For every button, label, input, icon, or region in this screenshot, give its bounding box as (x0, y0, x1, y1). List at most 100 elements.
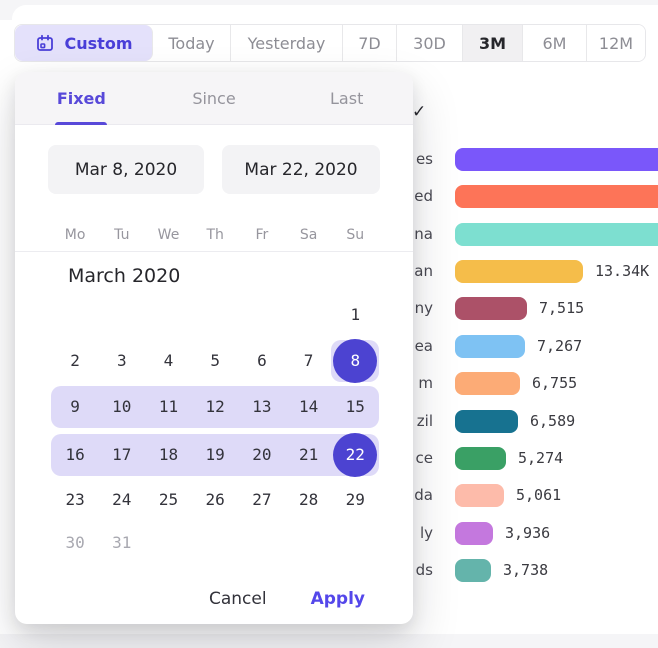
apply-button[interactable]: Apply (311, 589, 365, 609)
chart-category-label[interactable]: zil (417, 409, 433, 433)
chart-category-label[interactable]: an (414, 259, 433, 283)
calendar-day-21[interactable]: 21 (285, 434, 332, 476)
calendar-icon (35, 33, 55, 53)
tab-since[interactable]: Since (148, 72, 281, 124)
datepicker-footer: Cancel Apply (15, 582, 365, 616)
chart-category-label[interactable]: ed (414, 184, 433, 208)
weekday-label: Tu (98, 222, 145, 248)
chart-bar[interactable] (455, 297, 527, 320)
calendar-day-27[interactable]: 27 (238, 479, 285, 521)
chart-category-label[interactable]: ly (420, 521, 433, 545)
chart-value-label: 7,515 (539, 296, 584, 320)
chart-value-label: 3,738 (503, 558, 548, 582)
chart-bar[interactable] (455, 447, 506, 470)
calendar-day-12[interactable]: 12 (192, 386, 239, 428)
calendar-day-31[interactable]: 31 (98, 522, 145, 564)
range-custom-button[interactable]: Custom (15, 25, 153, 61)
end-date-value: Mar 22, 2020 (244, 160, 357, 180)
chart-category-label[interactable]: da (414, 483, 433, 507)
active-tab-underline (55, 122, 107, 125)
weekday-label: Mo (52, 222, 99, 248)
chart-bar[interactable] (455, 185, 658, 208)
calendar-day-9[interactable]: 9 (52, 386, 99, 428)
weekday-label: Sa (285, 222, 332, 248)
calendar-day-16[interactable]: 16 (52, 434, 99, 476)
tab-last[interactable]: Last (280, 72, 413, 124)
calendar-day-13[interactable]: 13 (238, 386, 285, 428)
tab-label: Fixed (57, 89, 106, 108)
chart-bar[interactable] (455, 260, 583, 283)
chart-bar[interactable] (455, 148, 658, 171)
range-30d-button[interactable]: 30D (397, 25, 463, 61)
calendar-day-11[interactable]: 11 (145, 386, 192, 428)
chart-category-label[interactable]: ds (416, 558, 433, 582)
tab-label: Since (192, 89, 235, 108)
datepicker-tabs: Fixed Since Last (15, 72, 413, 125)
calendar-day-18[interactable]: 18 (145, 434, 192, 476)
datepicker-popup: FixedSinceLast Mar 8, 2020 Mar 22, 2020 … (15, 72, 413, 624)
calendar-day-15[interactable]: 15 (332, 386, 379, 428)
weekday-label: Th (192, 222, 239, 248)
chart-category-label[interactable]: m (418, 371, 433, 395)
calendar-day-1[interactable]: 1 (332, 294, 379, 336)
chart-category-label[interactable]: es (416, 147, 433, 171)
chart-bar[interactable] (455, 522, 493, 545)
range-6m-button[interactable]: 6M (523, 25, 587, 61)
range-custom-label: Custom (65, 34, 133, 53)
tab-fixed[interactable]: Fixed (15, 72, 148, 124)
tab-label: Last (330, 89, 363, 108)
chart-value-label: 5,274 (518, 446, 563, 470)
chart-value-label: 13.34K (595, 259, 649, 283)
chart-bar[interactable] (455, 335, 525, 358)
calendar-day-2[interactable]: 2 (52, 340, 99, 382)
chart-value-label: 6,589 (530, 409, 575, 433)
cancel-button[interactable]: Cancel (209, 589, 267, 609)
chart-bar[interactable] (455, 559, 491, 582)
calendar-day-5[interactable]: 5 (192, 340, 239, 382)
calendar-day-30[interactable]: 30 (52, 522, 99, 564)
month-title: March 2020 (68, 265, 180, 287)
date-range-toolbar: Custom TodayYesterday7D30D3M6M12M (14, 24, 646, 62)
calendar-day-7[interactable]: 7 (285, 340, 332, 382)
range-3m-button[interactable]: 3M (463, 25, 523, 61)
calendar-day-17[interactable]: 17 (98, 434, 145, 476)
calendar-day-6[interactable]: 6 (238, 340, 285, 382)
chart-value-label: 6,755 (532, 371, 577, 395)
chart-bar[interactable] (455, 410, 518, 433)
calendar-day-26[interactable]: 26 (192, 479, 239, 521)
page-bottom-band (0, 634, 658, 648)
calendar-day-24[interactable]: 24 (98, 479, 145, 521)
end-date-input[interactable]: Mar 22, 2020 (222, 145, 380, 194)
chart-category-label[interactable]: ny (415, 296, 433, 320)
calendar-day-10[interactable]: 10 (98, 386, 145, 428)
range-12m-button[interactable]: 12M (587, 25, 645, 61)
range-today-button[interactable]: Today (153, 25, 231, 61)
calendar-day-14[interactable]: 14 (285, 386, 332, 428)
range-yesterday-button[interactable]: Yesterday (231, 25, 343, 61)
range-7d-button[interactable]: 7D (343, 25, 397, 61)
calendar-day-8[interactable]: 8 (332, 340, 379, 382)
calendar-day-19[interactable]: 19 (192, 434, 239, 476)
calendar-day-25[interactable]: 25 (145, 479, 192, 521)
chart-bar[interactable] (455, 223, 658, 246)
weekday-divider (15, 251, 413, 252)
calendar-day-3[interactable]: 3 (98, 340, 145, 382)
start-date-input[interactable]: Mar 8, 2020 (48, 145, 204, 194)
calendar-day-20[interactable]: 20 (238, 434, 285, 476)
calendar-day-22[interactable]: 22 (332, 434, 379, 476)
chart-bar[interactable] (455, 484, 504, 507)
chart-category-label[interactable]: ce (416, 446, 433, 470)
weekday-label: Fr (238, 222, 285, 248)
card-top-edge (12, 5, 658, 20)
chart-category-label[interactable]: ea (415, 334, 433, 358)
calendar-day-28[interactable]: 28 (285, 479, 332, 521)
calendar-day-23[interactable]: 23 (52, 479, 99, 521)
page: esednaan13.34Kny7,515ea7,267m6,755zil6,5… (0, 0, 658, 648)
weekday-label: Su (332, 222, 379, 248)
chart-category-label[interactable]: na (414, 222, 433, 246)
calendar-day-4[interactable]: 4 (145, 340, 192, 382)
weekday-header-row: MoTuWeThFrSaSu (15, 222, 413, 248)
start-date-value: Mar 8, 2020 (75, 160, 177, 180)
chart-bar[interactable] (455, 372, 520, 395)
calendar-day-29[interactable]: 29 (332, 479, 379, 521)
